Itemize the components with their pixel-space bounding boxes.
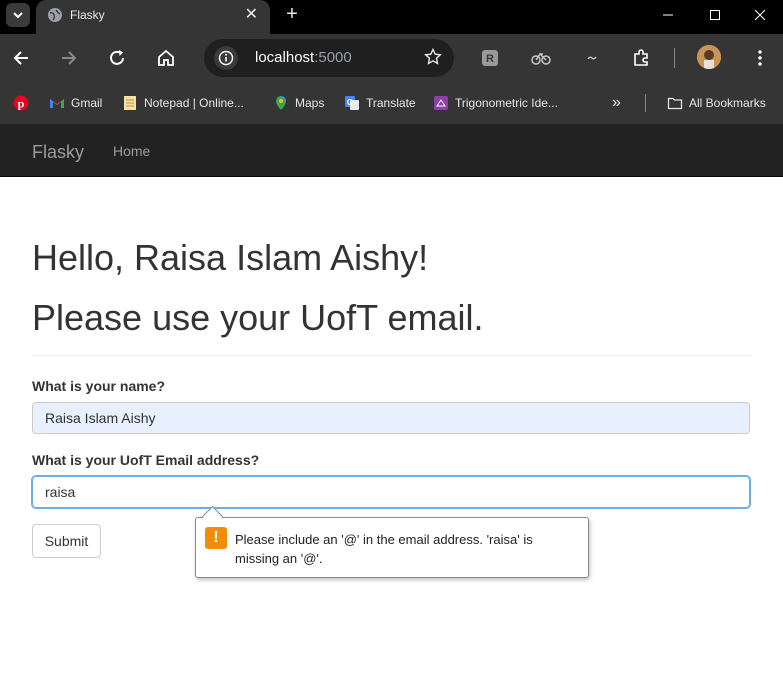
svg-text:G: G — [347, 98, 353, 107]
bookmark-label: Maps — [295, 96, 325, 110]
back-button[interactable] — [7, 44, 35, 72]
name-input[interactable]: Raisa Islam Aishy — [32, 402, 750, 434]
greeting-heading: Hello, Raisa Islam Aishy! — [32, 237, 429, 278]
gmail-icon — [50, 99, 64, 108]
email-input[interactable]: raisa — [32, 476, 750, 508]
site-navbar: Flasky Home — [0, 124, 783, 177]
bookmark-star-icon[interactable] — [424, 48, 442, 66]
translate-icon: G — [345, 96, 359, 110]
maximize-button[interactable] — [692, 0, 738, 30]
extension-r-icon: R — [482, 50, 498, 66]
active-tab[interactable]: Flasky ✕ — [36, 0, 270, 34]
navbar-brand[interactable]: Flasky — [32, 142, 84, 163]
bookmark-maps[interactable]: Maps — [273, 94, 324, 112]
name-label: What is your name? — [32, 378, 166, 394]
validation-tooltip: ! Please include an '@' in the email add… — [195, 517, 589, 578]
reload-icon — [110, 50, 124, 65]
notepad-icon — [124, 96, 136, 110]
flash-message-heading: Please use your UofT email. — [32, 297, 484, 338]
bookmark-label: Translate — [366, 96, 416, 110]
home-icon — [158, 49, 174, 66]
close-icon — [754, 9, 766, 21]
bookmark-label: Gmail — [71, 96, 103, 110]
browser-toolbar: localhost:5000 R — [0, 34, 783, 82]
profile-avatar[interactable] — [697, 45, 721, 69]
extension-cycle-button[interactable] — [531, 48, 551, 68]
site-info-button[interactable] — [214, 46, 238, 70]
new-tab-button[interactable]: + — [280, 3, 304, 27]
bookmark-gmail[interactable]: Gmail — [49, 94, 102, 112]
address-host: localhost — [255, 49, 315, 66]
svg-text:R: R — [486, 53, 494, 65]
bookmark-trig[interactable]: Trigonometric Ide... — [433, 94, 558, 112]
tab-search-button[interactable] — [6, 3, 30, 27]
submit-button[interactable]: Submit — [32, 524, 101, 558]
globe-icon — [48, 8, 62, 22]
tab-title: Flasky — [70, 8, 105, 22]
home-button[interactable] — [152, 44, 180, 72]
email-label: What is your UofT Email address? — [32, 452, 260, 468]
all-bookmarks-button[interactable]: All Bookmarks — [667, 94, 766, 112]
forward-button[interactable] — [55, 44, 83, 72]
bookmark-notepad[interactable]: Notepad | Online... — [122, 94, 244, 112]
reload-button[interactable] — [103, 44, 131, 72]
info-icon — [218, 50, 234, 66]
validation-message: Please include an '@' in the email addre… — [235, 532, 533, 566]
bookmarks-overflow-button[interactable]: » — [612, 94, 621, 112]
bookmark-label: Trigonometric Ide... — [455, 96, 558, 110]
close-tab-icon[interactable]: ✕ — [245, 6, 258, 24]
bookmark-label: Notepad | Online... — [144, 96, 244, 110]
maximize-icon — [710, 10, 720, 20]
extension-wave-button[interactable] — [582, 48, 602, 68]
bookmark-translate[interactable]: G Translate — [344, 94, 416, 112]
bookmark-pinterest[interactable]: p — [13, 94, 35, 112]
toolbar-divider — [674, 48, 675, 68]
maps-icon — [276, 96, 286, 110]
close-window-button[interactable] — [737, 0, 783, 30]
warning-icon: ! — [205, 527, 227, 549]
pinterest-icon: p — [13, 95, 29, 111]
address-bar[interactable]: localhost:5000 — [204, 39, 454, 77]
bicycle-icon — [531, 52, 551, 65]
all-bookmarks-label: All Bookmarks — [689, 96, 766, 110]
address-port: :5000 — [314, 49, 352, 66]
extension-r-button[interactable]: R — [480, 48, 500, 68]
extensions-button[interactable] — [631, 48, 651, 68]
bookmarks-divider — [645, 94, 646, 112]
avatar-icon — [697, 45, 721, 69]
puzzle-icon — [634, 49, 648, 66]
minimize-icon — [663, 14, 673, 16]
folder-icon — [667, 97, 683, 110]
minimize-button[interactable] — [645, 0, 691, 30]
browser-menu-button[interactable] — [750, 48, 770, 68]
bookmarks-bar: p Gmail Notepad | Online... Maps G Trans… — [0, 82, 783, 124]
divider — [32, 355, 752, 356]
svg-text:p: p — [18, 97, 25, 111]
tab-bar: Flasky ✕ + — [0, 0, 783, 34]
arrow-left-icon — [13, 51, 28, 65]
address-text[interactable]: localhost:5000 — [255, 49, 352, 66]
tilde-icon — [587, 56, 597, 60]
more-vertical-icon — [758, 50, 762, 66]
trig-icon — [434, 96, 448, 110]
arrow-right-icon — [62, 51, 77, 65]
nav-home-link[interactable]: Home — [113, 143, 150, 159]
chevron-down-icon — [13, 12, 23, 19]
